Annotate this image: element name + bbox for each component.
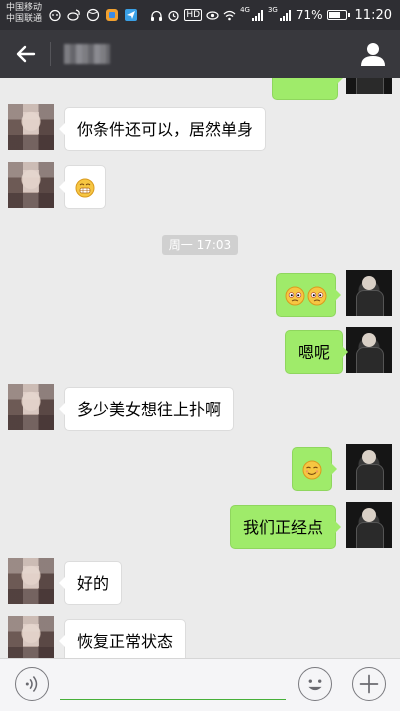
message-bubble-partial <box>272 78 343 100</box>
net-tag-3g: 3G <box>267 6 278 14</box>
avatar-friend[interactable] <box>8 384 54 430</box>
smirk-icon <box>302 460 322 480</box>
clock: 11:20 <box>354 7 392 23</box>
status-right: HD 4G 3G 71% 11:20 <box>150 6 392 24</box>
title-bar <box>0 30 400 78</box>
paper-plane-icon <box>124 8 138 22</box>
signal-icon <box>251 9 264 22</box>
avatar-self[interactable] <box>346 270 392 316</box>
voice-button[interactable] <box>15 667 49 701</box>
back-arrow-icon <box>16 45 36 63</box>
message-bubble-in[interactable] <box>59 165 106 209</box>
battery-level <box>328 12 340 18</box>
chat-area[interactable]: 你条件还可以，居然单身 周一 17:03 嗯呢 多少美女想往上扑啊 我们正经点 … <box>0 78 400 658</box>
app-store-icon <box>105 8 119 22</box>
carrier-1: 中国移动 <box>6 3 43 13</box>
avatar-friend[interactable] <box>8 162 54 208</box>
title-divider <box>50 42 51 66</box>
angry-eyes-icon <box>285 286 305 306</box>
eye-icon <box>206 9 219 22</box>
weibo-icon <box>67 8 81 22</box>
notification-icons <box>48 7 138 23</box>
grin-icon <box>75 178 95 198</box>
message-bubble-in[interactable]: 多少美女想往上扑啊 <box>58 387 235 431</box>
more-button[interactable] <box>352 667 386 701</box>
headphones-icon <box>150 9 163 22</box>
contact-name-redacted <box>64 44 110 64</box>
cat-face-icon <box>48 8 62 22</box>
input-bar <box>0 658 400 711</box>
net-tag-4g: 4G <box>240 6 250 14</box>
carrier-block: 中国移动 中国联通 <box>6 3 42 25</box>
emoji-button[interactable] <box>298 667 332 701</box>
avatar-friend[interactable] <box>8 104 54 150</box>
avatar-self[interactable] <box>346 327 392 373</box>
wifi-icon <box>223 9 236 22</box>
back-button[interactable] <box>12 40 40 68</box>
browser-icon <box>86 8 100 22</box>
timestamp: 周一 17:03 <box>162 235 238 255</box>
avatar-friend[interactable] <box>8 616 54 658</box>
alarm-icon <box>167 9 180 22</box>
message-bubble-out[interactable] <box>276 273 341 317</box>
message-bubble-out[interactable] <box>292 447 337 491</box>
message-bubble-in[interactable]: 好的 <box>58 561 123 605</box>
message-input[interactable] <box>60 699 286 700</box>
avatar-self[interactable] <box>346 78 392 94</box>
signal-icon-2 <box>279 9 292 22</box>
avatar-friend[interactable] <box>8 558 54 604</box>
voice-icon <box>25 675 38 693</box>
battery-percent: 71% <box>295 8 323 22</box>
avatar-self[interactable] <box>346 502 392 548</box>
battery-icon <box>326 10 350 20</box>
plus-icon <box>359 674 379 694</box>
angry-eyes-icon <box>307 286 327 306</box>
message-bubble-out[interactable]: 嗯呢 <box>285 330 349 374</box>
hd-badge: HD <box>184 9 203 21</box>
message-bubble-in[interactable]: 你条件还可以，居然单身 <box>58 107 267 151</box>
person-icon <box>361 43 385 66</box>
status-bar: 中国移动 中国联通 HD 4G 3G 71% 11:20 <box>0 0 400 30</box>
message-bubble-out[interactable]: 我们正经点 <box>230 505 342 549</box>
smiley-icon <box>308 679 322 691</box>
chat-info-button[interactable] <box>360 41 386 67</box>
message-bubble-in[interactable]: 恢复正常状态 <box>58 619 187 658</box>
avatar-self[interactable] <box>346 444 392 490</box>
carrier-2: 中国联通 <box>6 14 43 24</box>
